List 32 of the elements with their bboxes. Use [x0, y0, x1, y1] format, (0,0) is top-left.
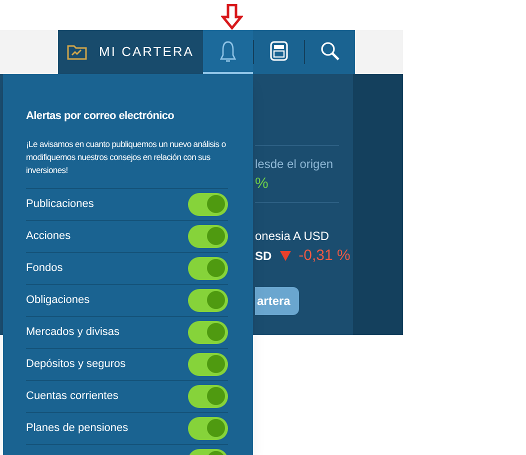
toggle-switch[interactable]	[188, 192, 228, 216]
toggle-switch[interactable]	[188, 352, 228, 376]
portfolio-label: MI CARTERA	[99, 43, 194, 62]
alert-label: Mercados y divisas	[26, 324, 120, 340]
folder-chart-icon	[67, 44, 88, 60]
change-value: -0,31 %	[298, 246, 350, 266]
toggle-switch[interactable]	[188, 224, 228, 248]
alert-label: Publicaciones	[26, 196, 94, 212]
down-triangle-icon	[280, 250, 291, 261]
alert-label: Fondos	[26, 260, 63, 276]
toggle-switch[interactable]	[188, 320, 228, 344]
calculator-icon	[268, 40, 290, 62]
bell-tab[interactable]	[203, 30, 253, 74]
return-value: %	[255, 174, 270, 194]
toggle-switch[interactable]	[188, 384, 228, 408]
dropdown-description: ¡Le avisamos en cuanto publiquemos un nuevo análisis o modifiquemos nuestros consejos en relación con sus inversiones!	[26, 138, 227, 176]
arrow-icon	[221, 4, 243, 30]
portfolio-tab[interactable]: MI CARTERA	[58, 30, 203, 74]
alert-label: Acciones	[26, 228, 71, 244]
currency-code: SD	[255, 248, 272, 265]
search-icon	[319, 40, 341, 62]
alert-label: Obligaciones	[26, 292, 90, 308]
toggle-switch[interactable]	[188, 256, 228, 280]
bell-icon	[217, 40, 239, 62]
toggle-switch[interactable]	[188, 416, 228, 440]
fund-name: onesia A USD	[255, 228, 330, 244]
alert-label: Depósitos y seguros	[26, 356, 126, 372]
return-label: lesde el origen	[255, 156, 334, 173]
alert-label: Planes de pensiones	[26, 420, 128, 436]
toggle-switch[interactable]	[188, 288, 228, 312]
alert-label: Cuentas corrientes	[26, 388, 118, 404]
dropdown-title: Alertas por correo electrónico	[26, 109, 176, 124]
